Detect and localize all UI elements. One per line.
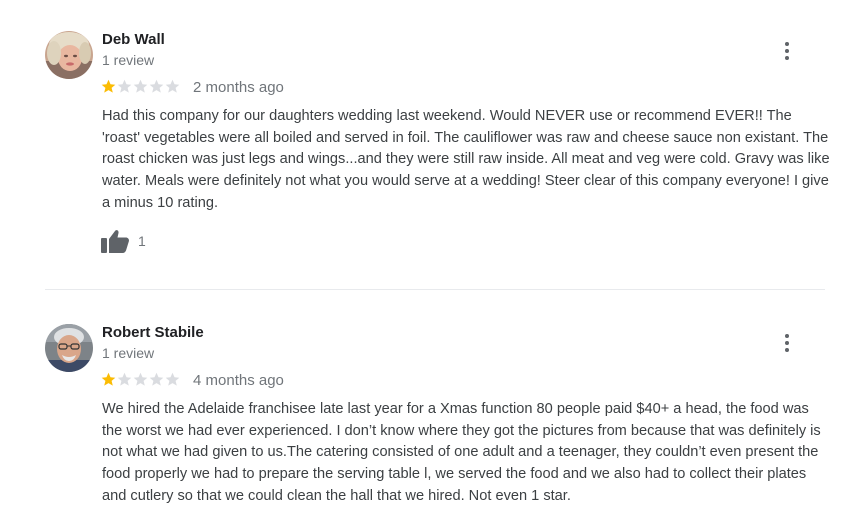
review-text: We hired the Adelaide franchisee late la… (102, 401, 821, 504)
like-count: 1 (138, 233, 146, 249)
like-button[interactable]: 1 (101, 229, 146, 253)
reviewer-review-count: 1 review (102, 345, 155, 361)
star-empty-icon (117, 79, 132, 93)
star-empty-icon (117, 372, 132, 386)
star-filled-icon (101, 372, 116, 386)
thumbs-up-icon (101, 230, 129, 253)
star-rating (101, 79, 180, 94)
star-empty-icon (149, 372, 164, 386)
avatar-photo (45, 31, 93, 79)
review-time: 2 months ago (193, 79, 284, 96)
star-empty-icon (165, 79, 180, 93)
review-divider (45, 289, 825, 290)
reviewer-name[interactable]: Robert Stabile (102, 324, 204, 341)
star-empty-icon (133, 79, 148, 93)
star-empty-icon (133, 372, 148, 386)
avatar[interactable] (45, 31, 93, 79)
star-empty-icon (165, 372, 180, 386)
review-text: Had this company for our daughters weddi… (102, 108, 830, 211)
review-time: 4 months ago (193, 372, 284, 389)
avatar-photo (45, 324, 93, 372)
star-rating (101, 372, 180, 387)
star-empty-icon (149, 79, 164, 93)
star-filled-icon (101, 79, 116, 93)
reviewer-review-count: 1 review (102, 52, 155, 68)
avatar[interactable] (45, 324, 93, 372)
more-vert-icon[interactable] (776, 38, 798, 64)
more-vert-icon[interactable] (776, 330, 798, 356)
reviewer-name[interactable]: Deb Wall (102, 31, 165, 48)
